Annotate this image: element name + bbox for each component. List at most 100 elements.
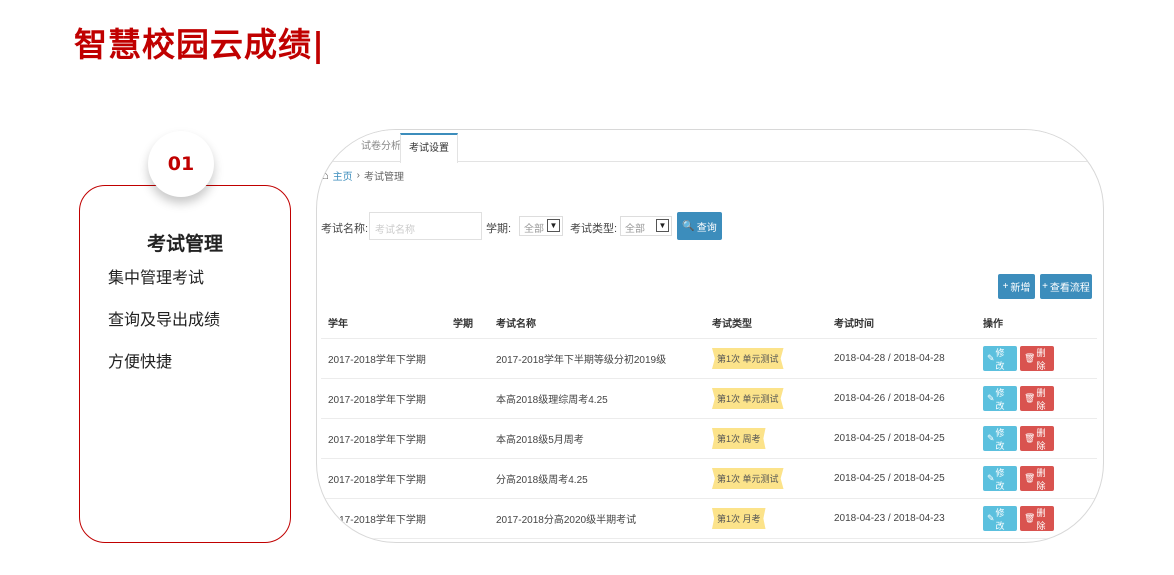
cell-year: 2017-2018学年下学期 <box>328 435 426 446</box>
exam-name-input[interactable]: 考试名称 <box>369 212 482 240</box>
exam-type-label: 考试类型: <box>570 223 618 235</box>
edit-button[interactable]: ✎ 修改 <box>983 466 1017 491</box>
feature-item: 查询及导出成绩 <box>108 310 221 329</box>
column-header[interactable]: 学期 <box>453 315 494 330</box>
cell-year: 2017-2018学年下学期 <box>328 395 426 406</box>
search-icon: 🔍 <box>682 220 695 232</box>
exam-type-select-value: 全部 <box>625 224 645 235</box>
delete-button[interactable]: 🗑 删除 <box>1020 426 1054 451</box>
edit-label: 修改 <box>995 427 1005 451</box>
exam-type-tag: 第1次 周考 <box>712 428 766 449</box>
trash-icon: 🗑 <box>1024 353 1036 363</box>
chevron-down-icon: ▼ <box>656 219 669 232</box>
tab-exam-settings[interactable]: 考试设置 <box>400 133 458 163</box>
pencil-icon: ✎ <box>987 513 995 523</box>
home-icon[interactable]: ⌂ <box>322 170 329 182</box>
feature-card: 考试管理 集中管理考试 查询及导出成绩 方便快捷 <box>79 185 291 543</box>
exam-table: 学年 学期 考试名称 考试类型 考试时间 操作 2017-2018学年下学期 20… <box>321 307 1097 539</box>
pencil-icon: ✎ <box>987 433 995 443</box>
column-header[interactable]: 学年 <box>321 315 453 330</box>
term-select[interactable]: 全部 ▼ <box>519 216 563 236</box>
filter-bar: 考试名称: 考试名称 学期: 全部 ▼ 考试类型: 全部 ▼ 🔍 查询 <box>321 211 1081 241</box>
query-button[interactable]: 🔍 查询 <box>677 212 722 240</box>
column-header[interactable]: 考试名称 <box>494 315 712 330</box>
exam-type-tag: 第1次 单元测试 <box>712 348 784 369</box>
exam-type-select[interactable]: 全部 ▼ <box>620 216 672 236</box>
delete-button[interactable]: 🗑 删除 <box>1020 506 1054 531</box>
app-screenshot: 试卷分析 考试设置 ⌂ 主页 › 考试管理 考试名称: 考试名称 学期: 全部 … <box>316 129 1104 543</box>
cell-exam-type: 第1次 单元测试 <box>712 468 834 489</box>
table-row: 2017-2018学年下学期 2017-2018分高2020级半期考试 第1次 月考… <box>321 499 1097 539</box>
exam-type-tag: 第1次 单元测试 <box>712 388 784 409</box>
cell-exam-time: 2018-04-23 / 2018-04-23 <box>834 513 945 524</box>
query-button-label: 查询 <box>696 222 717 234</box>
pencil-icon: ✎ <box>987 473 995 483</box>
trash-icon: 🗑 <box>1024 433 1036 443</box>
edit-button[interactable]: ✎ 修改 <box>983 426 1017 451</box>
breadcrumb-home-link[interactable]: 主页 <box>333 168 353 183</box>
edit-button[interactable]: ✎ 修改 <box>983 386 1017 411</box>
table-row: 2017-2018学年下学期 分高2018级周考4.25 第1次 单元测试 2018-… <box>321 459 1097 499</box>
delete-button[interactable]: 🗑 删除 <box>1020 466 1054 491</box>
cell-exam-type: 第1次 周考 <box>712 428 834 449</box>
plus-icon: + <box>1002 281 1009 292</box>
cell-exam-name: 本高2018级理综周考4.25 <box>496 395 608 406</box>
add-exam-label: 新增 <box>1010 283 1031 294</box>
edit-button[interactable]: ✎ 修改 <box>983 506 1017 531</box>
pencil-icon: ✎ <box>987 353 995 363</box>
cell-year: 2017-2018学年下学期 <box>328 475 426 486</box>
table-row: 2017-2018学年下学期 2017-2018学年下半期等级分初2019级 第1次… <box>321 339 1097 379</box>
step-number-badge: 01 <box>148 131 214 197</box>
cell-year: 2017-2018学年下学期 <box>328 515 426 526</box>
delete-button[interactable]: 🗑 删除 <box>1020 386 1054 411</box>
breadcrumb: ⌂ 主页 › 考试管理 <box>322 168 404 184</box>
chevron-down-icon: ▼ <box>547 219 560 232</box>
exam-type-tag: 第1次 单元测试 <box>712 468 784 489</box>
breadcrumb-separator: › <box>356 170 360 181</box>
table-row: 2017-2018学年下学期 本高2018级5月周考 第1次 周考 2018-04-2… <box>321 419 1097 459</box>
edit-label: 修改 <box>995 387 1005 411</box>
cell-actions: ✎ 修改 🗑 删除 <box>983 426 1097 451</box>
term-label: 学期: <box>486 223 512 235</box>
plus-icon: + <box>1042 281 1048 292</box>
trash-icon: 🗑 <box>1024 473 1036 483</box>
delete-label: 删除 <box>1036 507 1046 531</box>
column-header[interactable]: 考试时间 <box>834 315 983 330</box>
feature-heading: 考试管理 <box>146 233 223 255</box>
view-flow-button[interactable]: + 查看流程 <box>1040 274 1092 299</box>
add-exam-button[interactable]: + 新增 <box>998 274 1035 299</box>
table-row: 2017-2018学年下学期 本高2018级理综周考4.25 第1次 单元测试 201… <box>321 379 1097 419</box>
cell-year: 2017-2018学年下学期 <box>328 355 426 366</box>
cell-exam-type: 第1次 单元测试 <box>712 348 834 369</box>
delete-label: 删除 <box>1036 387 1046 411</box>
cell-exam-name: 2017-2018分高2020级半期考试 <box>496 515 637 526</box>
edit-button[interactable]: ✎ 修改 <box>983 346 1017 371</box>
cell-actions: ✎ 修改 🗑 删除 <box>983 506 1097 531</box>
exam-type-tag: 第1次 月考 <box>712 508 766 529</box>
feature-item: 方便快捷 <box>108 352 173 371</box>
delete-button[interactable]: 🗑 删除 <box>1020 346 1054 371</box>
tab-bar: 试卷分析 考试设置 <box>317 130 1103 163</box>
cell-exam-name: 分高2018级周考4.25 <box>496 475 588 486</box>
cell-exam-time: 2018-04-25 / 2018-04-25 <box>834 473 945 484</box>
cell-exam-name: 本高2018级5月周考 <box>496 435 584 446</box>
delete-label: 删除 <box>1036 427 1046 451</box>
slide-title: 智慧校园云成绩| <box>74 25 326 64</box>
edit-label: 修改 <box>995 467 1005 491</box>
cell-exam-name: 2017-2018学年下半期等级分初2019级 <box>496 355 667 366</box>
column-header[interactable]: 考试类型 <box>712 315 834 330</box>
cell-actions: ✎ 修改 🗑 删除 <box>983 466 1097 491</box>
cell-actions: ✎ 修改 🗑 删除 <box>983 346 1097 371</box>
exam-name-label: 考试名称: <box>321 223 369 235</box>
feature-list: 集中管理考试 查询及导出成绩 方便快捷 <box>108 268 220 394</box>
cell-exam-time: 2018-04-26 / 2018-04-26 <box>834 393 945 404</box>
edit-label: 修改 <box>995 507 1005 531</box>
delete-label: 删除 <box>1036 467 1046 491</box>
pencil-icon: ✎ <box>987 393 995 403</box>
view-flow-label: 查看流程 <box>1049 283 1090 294</box>
trash-icon: 🗑 <box>1024 513 1036 523</box>
cell-exam-type: 第1次 月考 <box>712 508 834 529</box>
breadcrumb-current: 考试管理 <box>364 172 404 183</box>
trash-icon: 🗑 <box>1024 393 1036 403</box>
cell-exam-type: 第1次 单元测试 <box>712 388 834 409</box>
